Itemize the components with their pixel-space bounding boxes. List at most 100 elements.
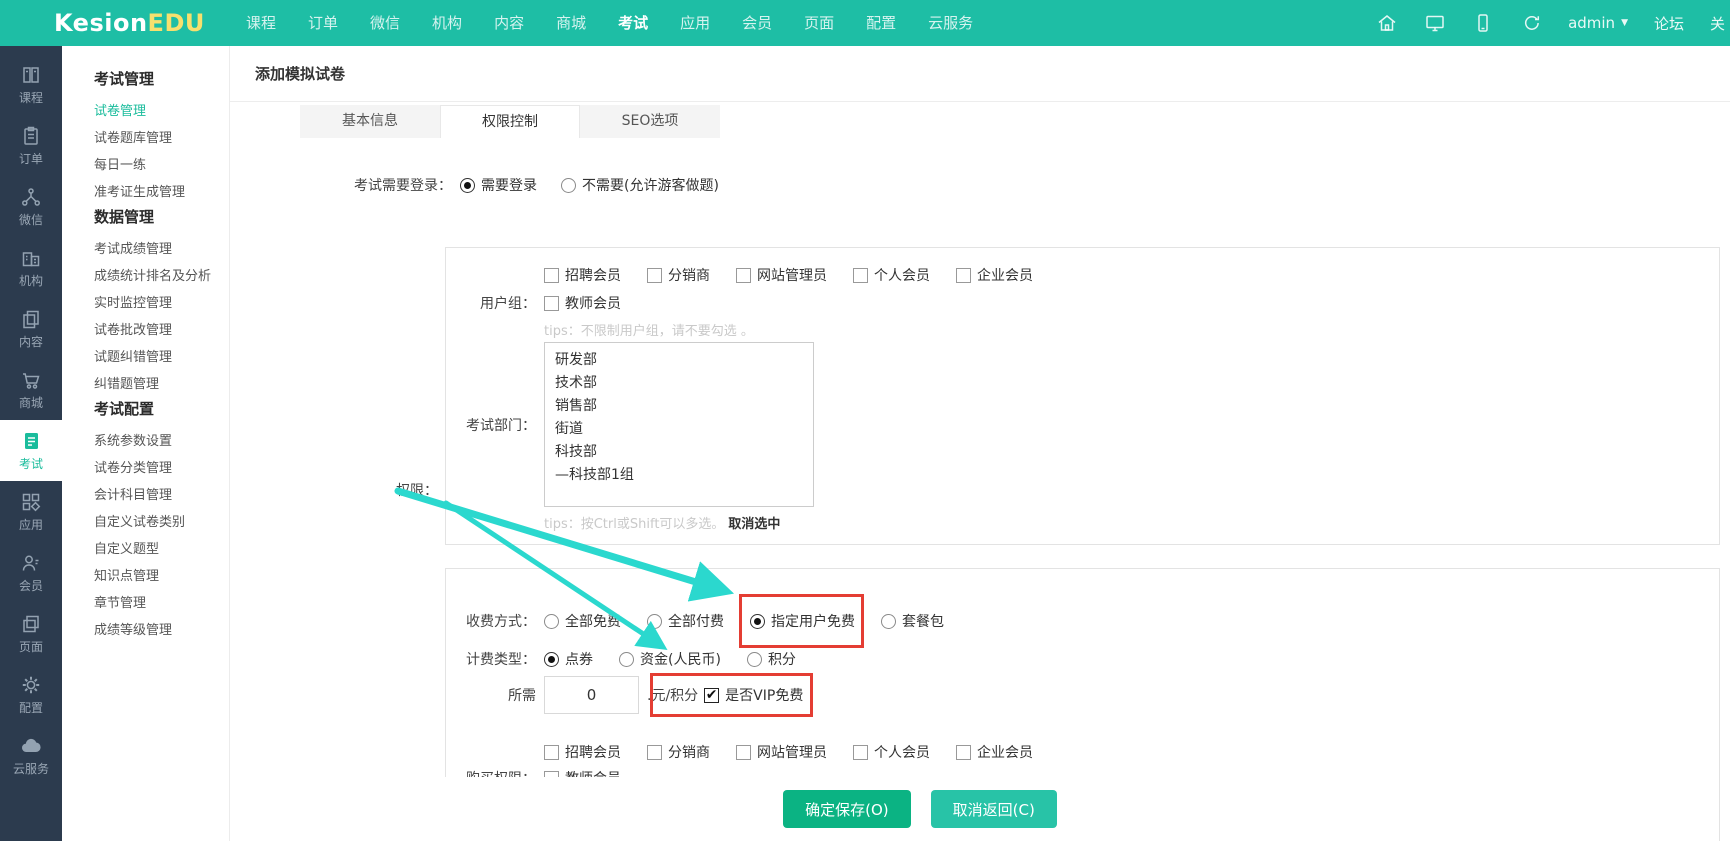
radio-icon[interactable] xyxy=(750,614,765,629)
radio-point-coupon[interactable]: 点券 xyxy=(544,649,593,669)
sidebar-item-paper-mgmt[interactable]: 试卷管理 xyxy=(94,98,229,125)
sidebar-item-paper-grading[interactable]: 试卷批改管理 xyxy=(94,317,229,344)
topnav-exam[interactable]: 考试 xyxy=(602,0,664,46)
checkbox-icon[interactable] xyxy=(956,268,971,283)
rail-item-config[interactable]: 配置 xyxy=(0,664,62,725)
radio-icon[interactable] xyxy=(619,652,634,667)
radio-icon[interactable] xyxy=(460,178,475,193)
topnav-org[interactable]: 机构 xyxy=(416,0,478,46)
sidebar-item-accounting-subject[interactable]: 会计科目管理 xyxy=(94,482,229,509)
rail-item-content[interactable]: 内容 xyxy=(0,298,62,359)
checkbox-icon[interactable] xyxy=(853,745,868,760)
sidebar-item-chapter-mgmt[interactable]: 章节管理 xyxy=(94,590,229,617)
select-option[interactable]: —科技部1组 xyxy=(555,464,803,487)
refresh-icon[interactable] xyxy=(1520,12,1542,34)
radio-icon[interactable] xyxy=(647,614,662,629)
checkbox-icon[interactable] xyxy=(736,268,751,283)
confirm-save-button[interactable]: 确定保存(O) xyxy=(783,790,911,828)
tab-seo-options[interactable]: SEO选项 xyxy=(580,105,720,138)
radio-all-free[interactable]: 全部免费 xyxy=(544,611,621,631)
rail-item-exam[interactable]: 考试 xyxy=(0,420,62,481)
checkbox-personal-member[interactable]: 个人会员 xyxy=(853,742,930,762)
sidebar-item-corrected-questions[interactable]: 纠错题管理 xyxy=(94,371,229,398)
exam-department-select[interactable]: 研发部 技术部 销售部 街道 科技部 —科技部1组 xyxy=(544,342,814,507)
vip-free-option[interactable]: 是否VIP免费 xyxy=(704,685,803,705)
select-option[interactable]: 技术部 xyxy=(555,372,803,395)
checkbox-icon[interactable] xyxy=(544,296,559,311)
rail-item-courses[interactable]: 课程 xyxy=(0,54,62,115)
tab-basic-info[interactable]: 基本信息 xyxy=(300,105,440,138)
sidebar-item-grade-level-mgmt[interactable]: 成绩等级管理 xyxy=(94,617,229,644)
checkbox-enterprise-member[interactable]: 企业会员 xyxy=(956,742,1033,762)
rail-item-members[interactable]: 会员 xyxy=(0,542,62,603)
topnav-wechat[interactable]: 微信 xyxy=(354,0,416,46)
clipped-right-link[interactable]: 关 xyxy=(1710,13,1730,34)
checkbox-enterprise-member[interactable]: 企业会员 xyxy=(956,265,1033,285)
sidebar-item-custom-paper-type[interactable]: 自定义试卷类别 xyxy=(94,509,229,536)
radio-icon[interactable] xyxy=(561,178,576,193)
topnav-settings[interactable]: 配置 xyxy=(850,0,912,46)
rail-item-wechat[interactable]: 微信 xyxy=(0,176,62,237)
checkbox-icon[interactable] xyxy=(647,268,662,283)
sidebar-item-question-bank[interactable]: 试卷题库管理 xyxy=(94,125,229,152)
sidebar-item-daily-practice[interactable]: 每日一练 xyxy=(94,152,229,179)
checkbox-recruit-member[interactable]: 招聘会员 xyxy=(544,265,621,285)
sidebar-item-custom-question-type[interactable]: 自定义题型 xyxy=(94,536,229,563)
amount-input[interactable] xyxy=(544,676,639,714)
checkbox-icon[interactable] xyxy=(544,268,559,283)
select-option[interactable]: 科技部 xyxy=(555,441,803,464)
checkbox-icon[interactable] xyxy=(704,688,719,703)
select-option[interactable]: 研发部 xyxy=(555,349,803,372)
checkbox-recruit-member[interactable]: 招聘会员 xyxy=(544,742,621,762)
topnav-cloud[interactable]: 云服务 xyxy=(912,0,989,46)
topnav-apps[interactable]: 应用 xyxy=(664,0,726,46)
sidebar-item-score-stats[interactable]: 成绩统计排名及分析 xyxy=(94,263,229,290)
topnav-mall[interactable]: 商城 xyxy=(540,0,602,46)
radio-login-required[interactable]: 需要登录 xyxy=(460,175,537,195)
checkbox-site-admin[interactable]: 网站管理员 xyxy=(736,742,827,762)
monitor-icon[interactable] xyxy=(1424,12,1446,34)
topnav-members[interactable]: 会员 xyxy=(726,0,788,46)
deselect-link[interactable]: 取消选中 xyxy=(728,517,780,532)
radio-points[interactable]: 积分 xyxy=(747,649,796,669)
rail-item-apps[interactable]: 应用 xyxy=(0,481,62,542)
rail-item-pages[interactable]: 页面 xyxy=(0,603,62,664)
radio-all-paid[interactable]: 全部付费 xyxy=(647,611,724,631)
topnav-courses[interactable]: 课程 xyxy=(230,0,292,46)
checkbox-icon[interactable] xyxy=(736,745,751,760)
sidebar-item-score-mgmt[interactable]: 考试成绩管理 xyxy=(94,236,229,263)
radio-package[interactable]: 套餐包 xyxy=(881,611,944,631)
forum-link[interactable]: 论坛 xyxy=(1654,13,1684,34)
checkbox-icon[interactable] xyxy=(647,745,662,760)
sidebar-item-error-correction[interactable]: 试题纠错管理 xyxy=(94,344,229,371)
rail-item-cloud[interactable]: 云服务 xyxy=(0,725,62,786)
sidebar-item-paper-category[interactable]: 试卷分类管理 xyxy=(94,455,229,482)
checkbox-icon[interactable] xyxy=(544,745,559,760)
checkbox-distributor[interactable]: 分销商 xyxy=(647,265,710,285)
mobile-icon[interactable] xyxy=(1472,12,1494,34)
checkbox-icon[interactable] xyxy=(956,745,971,760)
radio-free-for-specified-users[interactable]: 指定用户免费 xyxy=(750,611,855,631)
radio-icon[interactable] xyxy=(544,614,559,629)
rail-item-org[interactable]: 机构 xyxy=(0,237,62,298)
select-option[interactable]: 销售部 xyxy=(555,395,803,418)
topnav-content[interactable]: 内容 xyxy=(478,0,540,46)
radio-icon[interactable] xyxy=(544,652,559,667)
checkbox-site-admin[interactable]: 网站管理员 xyxy=(736,265,827,285)
home-icon[interactable] xyxy=(1376,12,1398,34)
radio-icon[interactable] xyxy=(747,652,762,667)
admin-user-menu[interactable]: admin ▼ xyxy=(1568,14,1628,32)
rail-item-orders[interactable]: 订单 xyxy=(0,115,62,176)
radio-icon[interactable] xyxy=(881,614,896,629)
sidebar-item-admission-ticket[interactable]: 准考证生成管理 xyxy=(94,179,229,206)
sidebar-item-realtime-monitor[interactable]: 实时监控管理 xyxy=(94,290,229,317)
checkbox-teacher-member[interactable]: 教师会员 xyxy=(544,293,621,313)
topnav-orders[interactable]: 订单 xyxy=(292,0,354,46)
checkbox-distributor[interactable]: 分销商 xyxy=(647,742,710,762)
checkbox-personal-member[interactable]: 个人会员 xyxy=(853,265,930,285)
sidebar-item-knowledge-points[interactable]: 知识点管理 xyxy=(94,563,229,590)
rail-item-mall[interactable]: 商城 xyxy=(0,359,62,420)
radio-cash-rmb[interactable]: 资金(人民币) xyxy=(619,649,721,669)
radio-login-not-required[interactable]: 不需要(允许游客做题) xyxy=(561,175,719,195)
cancel-return-button[interactable]: 取消返回(C) xyxy=(931,790,1057,828)
